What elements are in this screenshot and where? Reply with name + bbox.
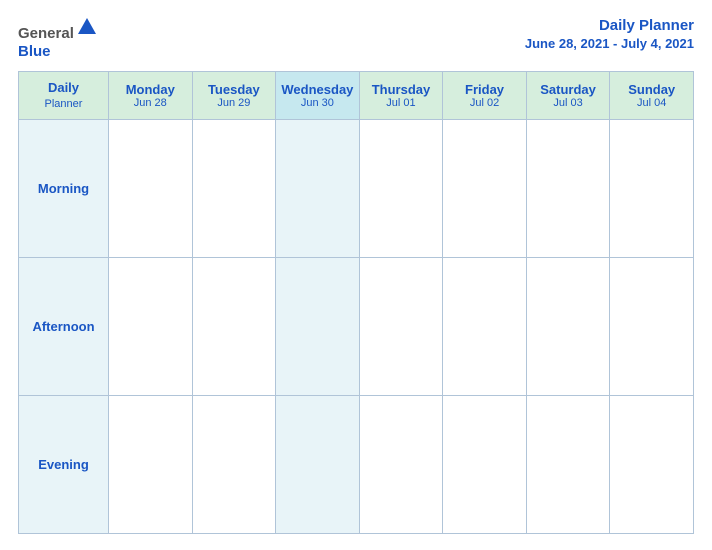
evening-row: Evening <box>19 396 694 534</box>
header: General Blue Daily Planner June 28, 2021… <box>18 16 694 61</box>
friday-morning[interactable] <box>443 120 527 258</box>
logo-area: General Blue <box>18 16 98 61</box>
sunday-afternoon[interactable] <box>610 258 694 396</box>
sunday-evening[interactable] <box>610 396 694 534</box>
morning-row: Morning <box>19 120 694 258</box>
thursday-evening[interactable] <box>359 396 443 534</box>
col-header-thursday: Thursday Jul 01 <box>359 72 443 120</box>
afternoon-label: Afternoon <box>19 258 109 396</box>
afternoon-row: Afternoon <box>19 258 694 396</box>
friday-evening[interactable] <box>443 396 527 534</box>
col-header-0: Daily Planner <box>19 72 109 120</box>
tuesday-morning[interactable] <box>192 120 276 258</box>
logo-blue: Blue <box>18 43 51 60</box>
title-area: Daily Planner June 28, 2021 - July 4, 20… <box>525 16 694 52</box>
saturday-afternoon[interactable] <box>526 258 610 396</box>
calendar-table: Daily Planner Monday Jun 28 Tuesday Jun … <box>18 71 694 534</box>
thursday-afternoon[interactable] <box>359 258 443 396</box>
thursday-morning[interactable] <box>359 120 443 258</box>
tuesday-evening[interactable] <box>192 396 276 534</box>
wednesday-afternoon[interactable] <box>276 258 360 396</box>
wednesday-evening[interactable] <box>276 396 360 534</box>
date-range: June 28, 2021 - July 4, 2021 <box>525 36 694 53</box>
logo-icon <box>76 16 98 38</box>
logo-general: General <box>18 25 74 42</box>
tuesday-afternoon[interactable] <box>192 258 276 396</box>
sunday-morning[interactable] <box>610 120 694 258</box>
friday-afternoon[interactable] <box>443 258 527 396</box>
col-header-wednesday: Wednesday Jun 30 <box>276 72 360 120</box>
morning-label: Morning <box>19 120 109 258</box>
col-header-monday: Monday Jun 28 <box>109 72 193 120</box>
monday-evening[interactable] <box>109 396 193 534</box>
monday-afternoon[interactable] <box>109 258 193 396</box>
saturday-morning[interactable] <box>526 120 610 258</box>
logo-text: General Blue <box>18 16 98 61</box>
wednesday-morning[interactable] <box>276 120 360 258</box>
saturday-evening[interactable] <box>526 396 610 534</box>
col-header-tuesday: Tuesday Jun 29 <box>192 72 276 120</box>
col-header-sunday: Sunday Jul 04 <box>610 72 694 120</box>
monday-morning[interactable] <box>109 120 193 258</box>
evening-label: Evening <box>19 396 109 534</box>
col-header-friday: Friday Jul 02 <box>443 72 527 120</box>
col-header-saturday: Saturday Jul 03 <box>526 72 610 120</box>
calendar-header-row: Daily Planner Monday Jun 28 Tuesday Jun … <box>19 72 694 120</box>
page-title: Daily Planner <box>525 16 694 36</box>
page: General Blue Daily Planner June 28, 2021… <box>0 0 712 550</box>
